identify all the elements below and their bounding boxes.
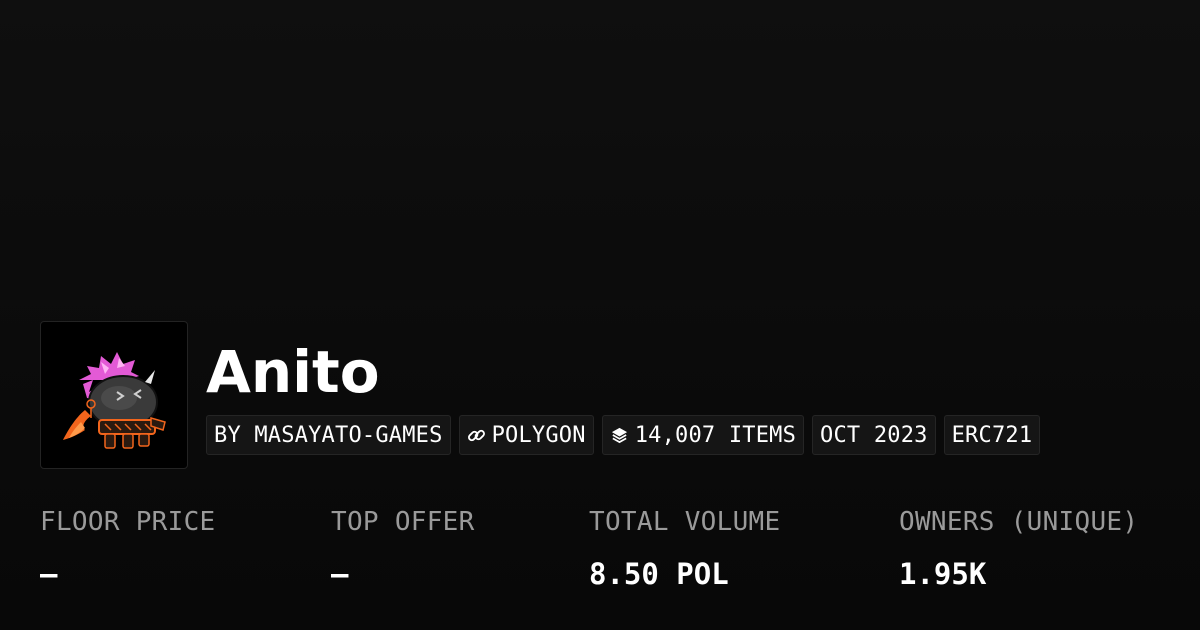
- anito-creature-icon: [63, 352, 166, 449]
- stat-label: OWNERS (UNIQUE): [899, 507, 1139, 537]
- collection-share-card: Anito BY MASAYATO-GAMES POLYGON 14,007 I…: [0, 0, 1200, 630]
- collection-avatar[interactable]: [40, 321, 188, 469]
- created-date-label: OCT 2023: [820, 422, 928, 448]
- chain-link-icon: [467, 425, 487, 445]
- collection-tags: BY MASAYATO-GAMES POLYGON 14,007 ITEMS O…: [206, 415, 1041, 455]
- stat-top-offer: TOP OFFER –: [331, 500, 475, 600]
- collection-stats: FLOOR PRICE – TOP OFFER – TOTAL VOLUME 8…: [0, 500, 1200, 600]
- stat-floor-price: FLOOR PRICE –: [40, 500, 216, 600]
- chain-tag-label: POLYGON: [491, 422, 586, 448]
- stat-label: TOTAL VOLUME: [589, 507, 781, 537]
- collection-title: Anito: [206, 338, 380, 406]
- token-standard-label: ERC721: [951, 422, 1033, 448]
- stat-value: –: [40, 557, 58, 591]
- items-count-label: 14,007 ITEMS: [634, 422, 797, 448]
- layers-icon: [610, 425, 630, 445]
- creator-tag-label: BY MASAYATO-GAMES: [214, 422, 443, 448]
- stat-value: –: [331, 557, 349, 591]
- items-count-tag[interactable]: 14,007 ITEMS: [601, 415, 805, 455]
- stat-owners: OWNERS (UNIQUE) 1.95K: [899, 500, 1138, 600]
- stat-total-volume: TOTAL VOLUME 8.50 POL: [589, 500, 780, 600]
- stat-label: FLOOR PRICE: [40, 507, 216, 537]
- stat-label: TOP OFFER: [331, 507, 475, 537]
- stat-value: 8.50 POL: [589, 557, 729, 591]
- creator-tag[interactable]: BY MASAYATO-GAMES: [206, 415, 451, 455]
- stat-value: 1.95K: [899, 557, 987, 591]
- chain-tag[interactable]: POLYGON: [458, 415, 594, 455]
- token-standard-tag[interactable]: ERC721: [943, 415, 1041, 455]
- created-date-tag[interactable]: OCT 2023: [812, 415, 936, 455]
